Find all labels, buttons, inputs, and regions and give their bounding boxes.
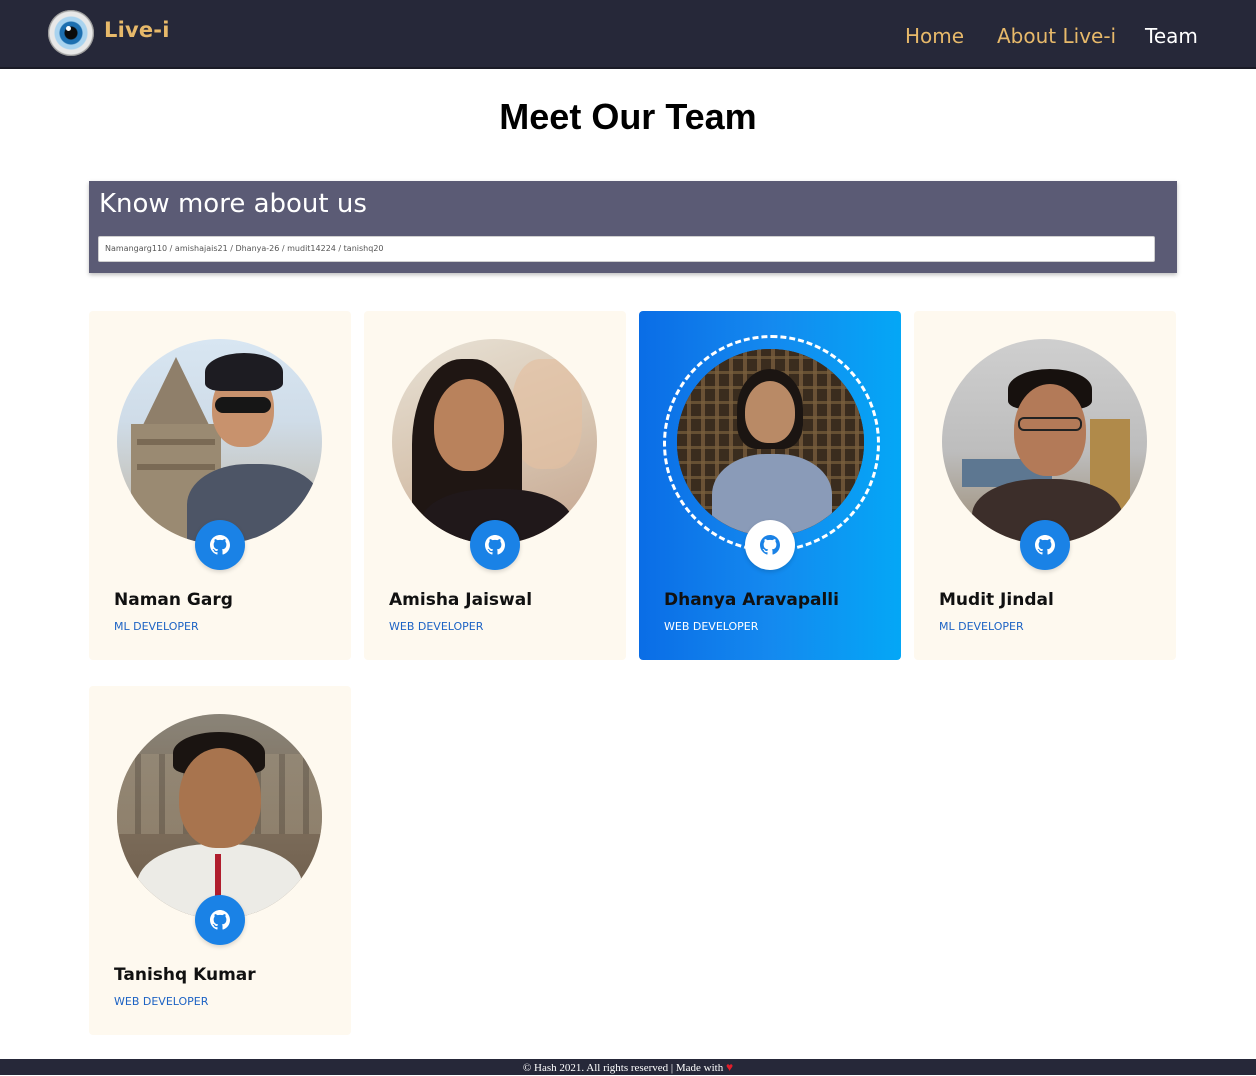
github-button[interactable] (1020, 520, 1070, 570)
github-icon (760, 535, 780, 555)
page-title: Meet Our Team (499, 96, 757, 137)
know-more-title: Know more about us (99, 189, 367, 219)
heart-icon: ♥ (725, 1060, 734, 1074)
member-role: ML DEVELOPER (939, 620, 1024, 633)
member-photo (942, 339, 1147, 544)
member-name: Mudit Jindal (939, 590, 1054, 610)
nav-home-link[interactable]: Home (905, 24, 964, 48)
usernames-field[interactable]: Namangarg110 / amishajais21 / Dhanya-26 … (98, 236, 1155, 262)
know-more-panel: Know more about us Namangarg110 / amisha… (89, 181, 1177, 273)
team-card-tanishq-kumar[interactable]: Tanishq Kumar WEB DEVELOPER (89, 686, 351, 1035)
github-button[interactable] (470, 520, 520, 570)
member-role: WEB DEVELOPER (389, 620, 484, 633)
team-card-amisha-jaiswal[interactable]: Amisha Jaiswal WEB DEVELOPER (364, 311, 626, 660)
member-photo (117, 714, 322, 919)
navbar: Live-i Home About Live-i Team (0, 0, 1256, 69)
member-role: WEB DEVELOPER (114, 995, 209, 1008)
github-icon (1035, 535, 1055, 555)
github-icon (210, 910, 230, 930)
team-card-dhanya-aravapalli[interactable]: Dhanya Aravapalli WEB DEVELOPER (639, 311, 901, 660)
github-button[interactable] (195, 895, 245, 945)
member-role: ML DEVELOPER (114, 620, 199, 633)
member-photo (665, 337, 876, 548)
footer-text: © Hash 2021. All rights reserved | Made … (522, 1062, 724, 1074)
member-role: WEB DEVELOPER (664, 620, 759, 633)
member-name: Naman Garg (114, 590, 233, 610)
team-card-mudit-jindal[interactable]: Mudit Jindal ML DEVELOPER (914, 311, 1176, 660)
member-name: Tanishq Kumar (114, 965, 256, 985)
github-icon (210, 535, 230, 555)
brand-name[interactable]: Live-i (104, 18, 170, 42)
member-name: Amisha Jaiswal (389, 590, 533, 610)
nav-team-link[interactable]: Team (1145, 24, 1198, 48)
footer: © Hash 2021. All rights reserved | Made … (0, 1059, 1256, 1075)
member-photo (392, 339, 597, 544)
eye-logo-icon[interactable] (48, 10, 94, 56)
member-name: Dhanya Aravapalli (664, 590, 839, 610)
github-button[interactable] (195, 520, 245, 570)
member-photo (117, 339, 322, 544)
github-icon (485, 535, 505, 555)
github-button[interactable] (745, 520, 795, 570)
nav-about-link[interactable]: About Live-i (997, 24, 1116, 48)
team-card-naman-garg[interactable]: Naman Garg ML DEVELOPER (89, 311, 351, 660)
